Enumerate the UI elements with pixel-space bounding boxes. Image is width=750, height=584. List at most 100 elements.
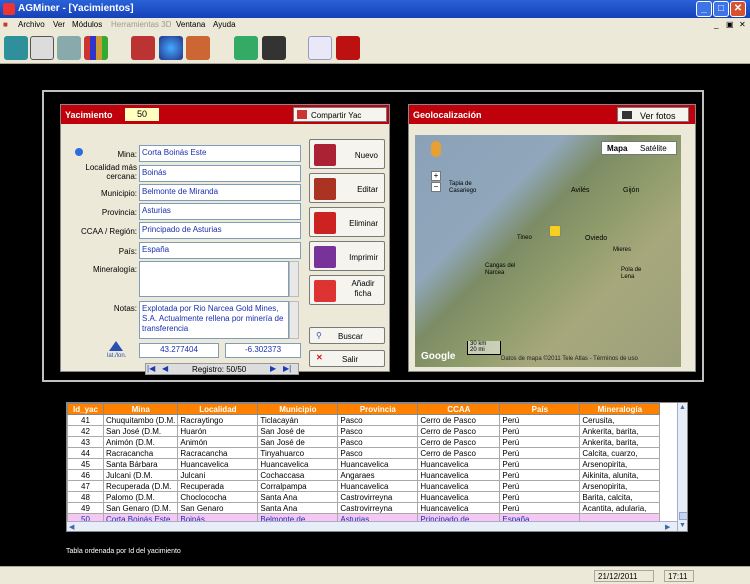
cell-mineralogia[interactable]: Calcita, cuarzo, — [579, 447, 661, 459]
anadir-ficha-button[interactable]: Añadir ficha — [309, 275, 385, 305]
cell-mineralogia[interactable]: Ankerita, barita, — [579, 436, 661, 448]
cell-mina[interactable]: Palomo (D.M. — [102, 491, 179, 503]
cell-localidad[interactable]: Julcani — [177, 469, 259, 481]
col-ccaa[interactable]: CCAA — [417, 403, 501, 415]
cell-mina[interactable]: San José (D.M. — [102, 425, 179, 437]
zoom-out-icon[interactable]: − — [431, 182, 441, 192]
salir-button[interactable]: ✕ Salir — [309, 350, 385, 367]
longitude-field[interactable]: -6.302373 — [225, 343, 301, 358]
cell-provincia[interactable]: Angaraes — [337, 469, 419, 481]
mdi-close-icon[interactable]: ✕ — [739, 20, 746, 29]
map-view[interactable]: Mapa Satélite + − Tapia de Casariego Avi… — [415, 135, 681, 367]
binoculars-icon[interactable] — [262, 36, 286, 60]
col-mina[interactable]: Mina — [102, 403, 179, 415]
table-row[interactable]: 47 Recuperada (D.M. Recuperada Corralpampa H… — [67, 480, 661, 492]
buscar-button[interactable]: ⚲ Buscar — [309, 327, 385, 344]
cell-pais[interactable]: Perú — [499, 480, 581, 492]
books-icon[interactable] — [131, 36, 155, 60]
col-pais[interactable]: País — [499, 403, 581, 415]
cell-localidad[interactable]: Choclococha — [177, 491, 259, 503]
pais-field[interactable]: España — [139, 242, 301, 259]
eliminar-button[interactable]: Eliminar — [309, 207, 385, 237]
menu-modulos[interactable]: Módulos — [72, 20, 102, 29]
globe-icon[interactable] — [159, 36, 183, 60]
cell-municipio[interactable]: Huancavelica — [257, 458, 339, 470]
ccaa-field[interactable]: Principado de Asturias — [139, 222, 301, 239]
cell-municipio[interactable]: Tinyahuarco — [257, 447, 339, 459]
cell-mineralogia[interactable]: Arsenopirita, — [579, 480, 661, 492]
pdf-red-icon[interactable] — [336, 36, 360, 60]
table-row[interactable]: 43 Animón (D.M. Animón San José de Pasco Cerr… — [67, 436, 661, 448]
table-row[interactable]: 41 Chuquitambo (D.M. Racraytingo Ticlacayán… — [67, 414, 661, 426]
cell-municipio[interactable]: Cochaccasa — [257, 469, 339, 481]
bars-chart-icon[interactable] — [84, 36, 108, 60]
cell-ccaa[interactable]: Cerro de Pasco — [417, 436, 501, 448]
cell-municipio[interactable]: Corralpampa — [257, 480, 339, 492]
cell-pais[interactable]: Perú — [499, 436, 581, 448]
scroll-up-icon[interactable]: ▲ — [679, 404, 686, 411]
cell-localidad[interactable]: Racracancha — [177, 447, 259, 459]
cell-mineralogia[interactable]: Aikinita, alunita, — [579, 469, 661, 481]
menu-ver[interactable]: Ver — [53, 20, 65, 29]
catalog-icon[interactable] — [186, 36, 210, 60]
prev-record-icon[interactable]: ◀ — [162, 364, 168, 373]
last-record-icon[interactable]: ▶| — [283, 364, 291, 373]
cell-mina[interactable]: Animón (D.M. — [102, 436, 179, 448]
cube-icon[interactable] — [30, 36, 54, 60]
grid-tool-icon[interactable] — [4, 36, 28, 60]
next-record-icon[interactable]: ▶ — [270, 364, 276, 373]
cell-id[interactable]: 48 — [67, 491, 104, 503]
menu-ayuda[interactable]: Ayuda — [213, 20, 236, 29]
cell-municipio[interactable]: Santa Ana — [257, 502, 339, 514]
cell-provincia[interactable]: Pasco — [337, 436, 419, 448]
minimize-button[interactable]: _ — [696, 1, 712, 17]
cell-mineralogia[interactable]: Acantita, adularia, — [579, 502, 661, 514]
notas-scrollbar[interactable] — [289, 301, 299, 339]
provincia-field[interactable]: Asturias — [139, 203, 301, 220]
scroll-down-icon[interactable]: ▼ — [679, 522, 686, 529]
cell-provincia[interactable]: Huancavelica — [337, 480, 419, 492]
first-record-icon[interactable]: |◀ — [147, 364, 155, 373]
scroll-right-icon[interactable]: ▶ — [665, 523, 670, 531]
cell-id[interactable]: 45 — [67, 458, 104, 470]
table-row[interactable]: 42 San José (D.M. Huarón San José de Pasco Ce… — [67, 425, 661, 437]
menu-archivo[interactable]: Archivo — [18, 20, 45, 29]
cell-municipio[interactable]: Ticlacayán — [257, 414, 339, 426]
col-municipio[interactable]: Municipio — [257, 403, 339, 415]
cell-id[interactable]: 44 — [67, 447, 104, 459]
menu-app-icon[interactable]: ■ — [3, 20, 8, 29]
location-pin-icon[interactable] — [549, 225, 561, 237]
table-hscrollbar[interactable]: ◀ ▶ — [67, 521, 677, 531]
zoom-in-icon[interactable]: + — [431, 171, 441, 181]
cell-municipio[interactable]: Santa Ana — [257, 491, 339, 503]
cell-provincia[interactable]: Pasco — [337, 414, 419, 426]
col-localidad[interactable]: Localidad — [177, 403, 259, 415]
mineralogia-field[interactable] — [139, 261, 289, 297]
cell-id[interactable]: 46 — [67, 469, 104, 481]
mineralogia-scrollbar[interactable] — [289, 261, 299, 297]
cell-ccaa[interactable]: Huancavelica — [417, 469, 501, 481]
table-row[interactable]: 46 Julcani (D.M. Julcani Cochaccasa Angaraes… — [67, 469, 661, 481]
cell-id[interactable]: 42 — [67, 425, 104, 437]
cell-ccaa[interactable]: Huancavelica — [417, 491, 501, 503]
cell-pais[interactable]: Perú — [499, 469, 581, 481]
scroll-thumb[interactable] — [679, 512, 687, 520]
cell-pais[interactable]: Perú — [499, 502, 581, 514]
cell-localidad[interactable]: Animón — [177, 436, 259, 448]
editar-button[interactable]: Editar — [309, 173, 385, 203]
table-scrollbar[interactable]: ▲ ▼ — [677, 403, 687, 531]
cell-mina[interactable]: Recuperada (D.M. — [102, 480, 179, 492]
col-id[interactable]: Id_yac — [67, 403, 104, 415]
pdf-icon[interactable] — [308, 36, 332, 60]
ver-fotos-button[interactable]: Ver fotos — [617, 107, 689, 122]
cell-mineralogia[interactable]: Arsenopirita, — [579, 458, 661, 470]
cell-provincia[interactable]: Castrovirreyna — [337, 502, 419, 514]
cell-municipio[interactable]: San José de — [257, 425, 339, 437]
maximize-button[interactable]: □ — [713, 1, 729, 17]
cell-id[interactable]: 43 — [67, 436, 104, 448]
cell-pais[interactable]: Perú — [499, 425, 581, 437]
close-button[interactable]: ✕ — [730, 1, 746, 17]
cell-localidad[interactable]: Racraytingo — [177, 414, 259, 426]
cell-mina[interactable]: San Genaro (D.M. — [102, 502, 179, 514]
cell-ccaa[interactable]: Huancavelica — [417, 502, 501, 514]
